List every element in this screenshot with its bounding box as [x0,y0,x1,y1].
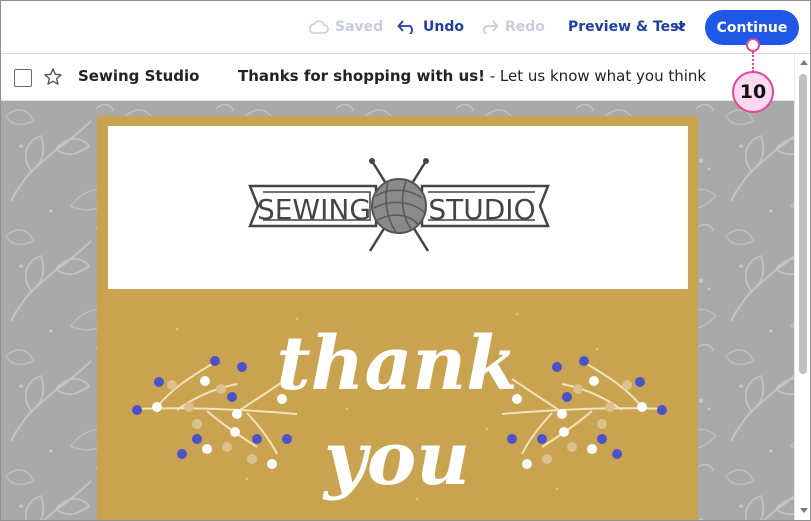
preview-test-button[interactable]: Preview & Test [568,1,685,53]
undo-arrow-icon [397,20,413,34]
redo-label: Redo [505,19,545,35]
logo-right-word: STUDIO [428,193,535,226]
logo-left-word: SEWING [257,193,371,226]
subject-line: Thanks for shopping with us! - Let us kn… [238,67,706,85]
redo-arrow-icon [483,20,499,34]
thank-you-hero: thank you [97,289,698,520]
hero-line-thank: thank [276,321,517,407]
star-icon[interactable] [43,67,63,87]
sender-name: Sewing Studio [78,67,200,85]
email-snippet: - Let us know what you think [484,67,707,85]
scrollbar-thumb[interactable] [799,74,807,374]
scroll-up-icon[interactable] [800,60,808,65]
email-content[interactable]: SEWING STUDIO thank you [97,116,698,520]
step-number: 10 [739,81,767,103]
checkbox-icon[interactable] [14,69,32,87]
editor-window: Saved Undo Redo Preview & Test Continue [0,0,811,521]
preview-test-label: Preview & Test [568,19,686,35]
email-canvas[interactable]: SEWING STUDIO thank you [1,101,794,520]
editor-toolbar: Saved Undo Redo Preview & Test Continue [1,1,810,54]
undo-button[interactable]: Undo [397,1,464,53]
continue-label: Continue [716,19,788,36]
saved-status: Saved [309,1,383,53]
cloud-icon [309,20,329,34]
callout-leader-line [752,52,754,72]
scroll-down-icon[interactable] [800,508,808,513]
email-subject: Thanks for shopping with us! [238,67,485,85]
logo-block[interactable]: SEWING STUDIO [108,126,688,289]
sewing-studio-logo: SEWING STUDIO [248,158,550,252]
saved-label: Saved [335,19,384,35]
chevron-down-icon[interactable] [673,20,687,34]
vertical-scrollbar[interactable] [794,54,810,520]
inbox-preview-row: Sewing Studio Thanks for shopping with u… [1,54,794,101]
undo-label: Undo [423,19,464,35]
redo-button[interactable]: Redo [479,1,545,53]
hero-line-you: you [322,416,470,502]
step-callout-badge: 10 [732,71,774,113]
callout-pointer-dot [746,38,760,52]
